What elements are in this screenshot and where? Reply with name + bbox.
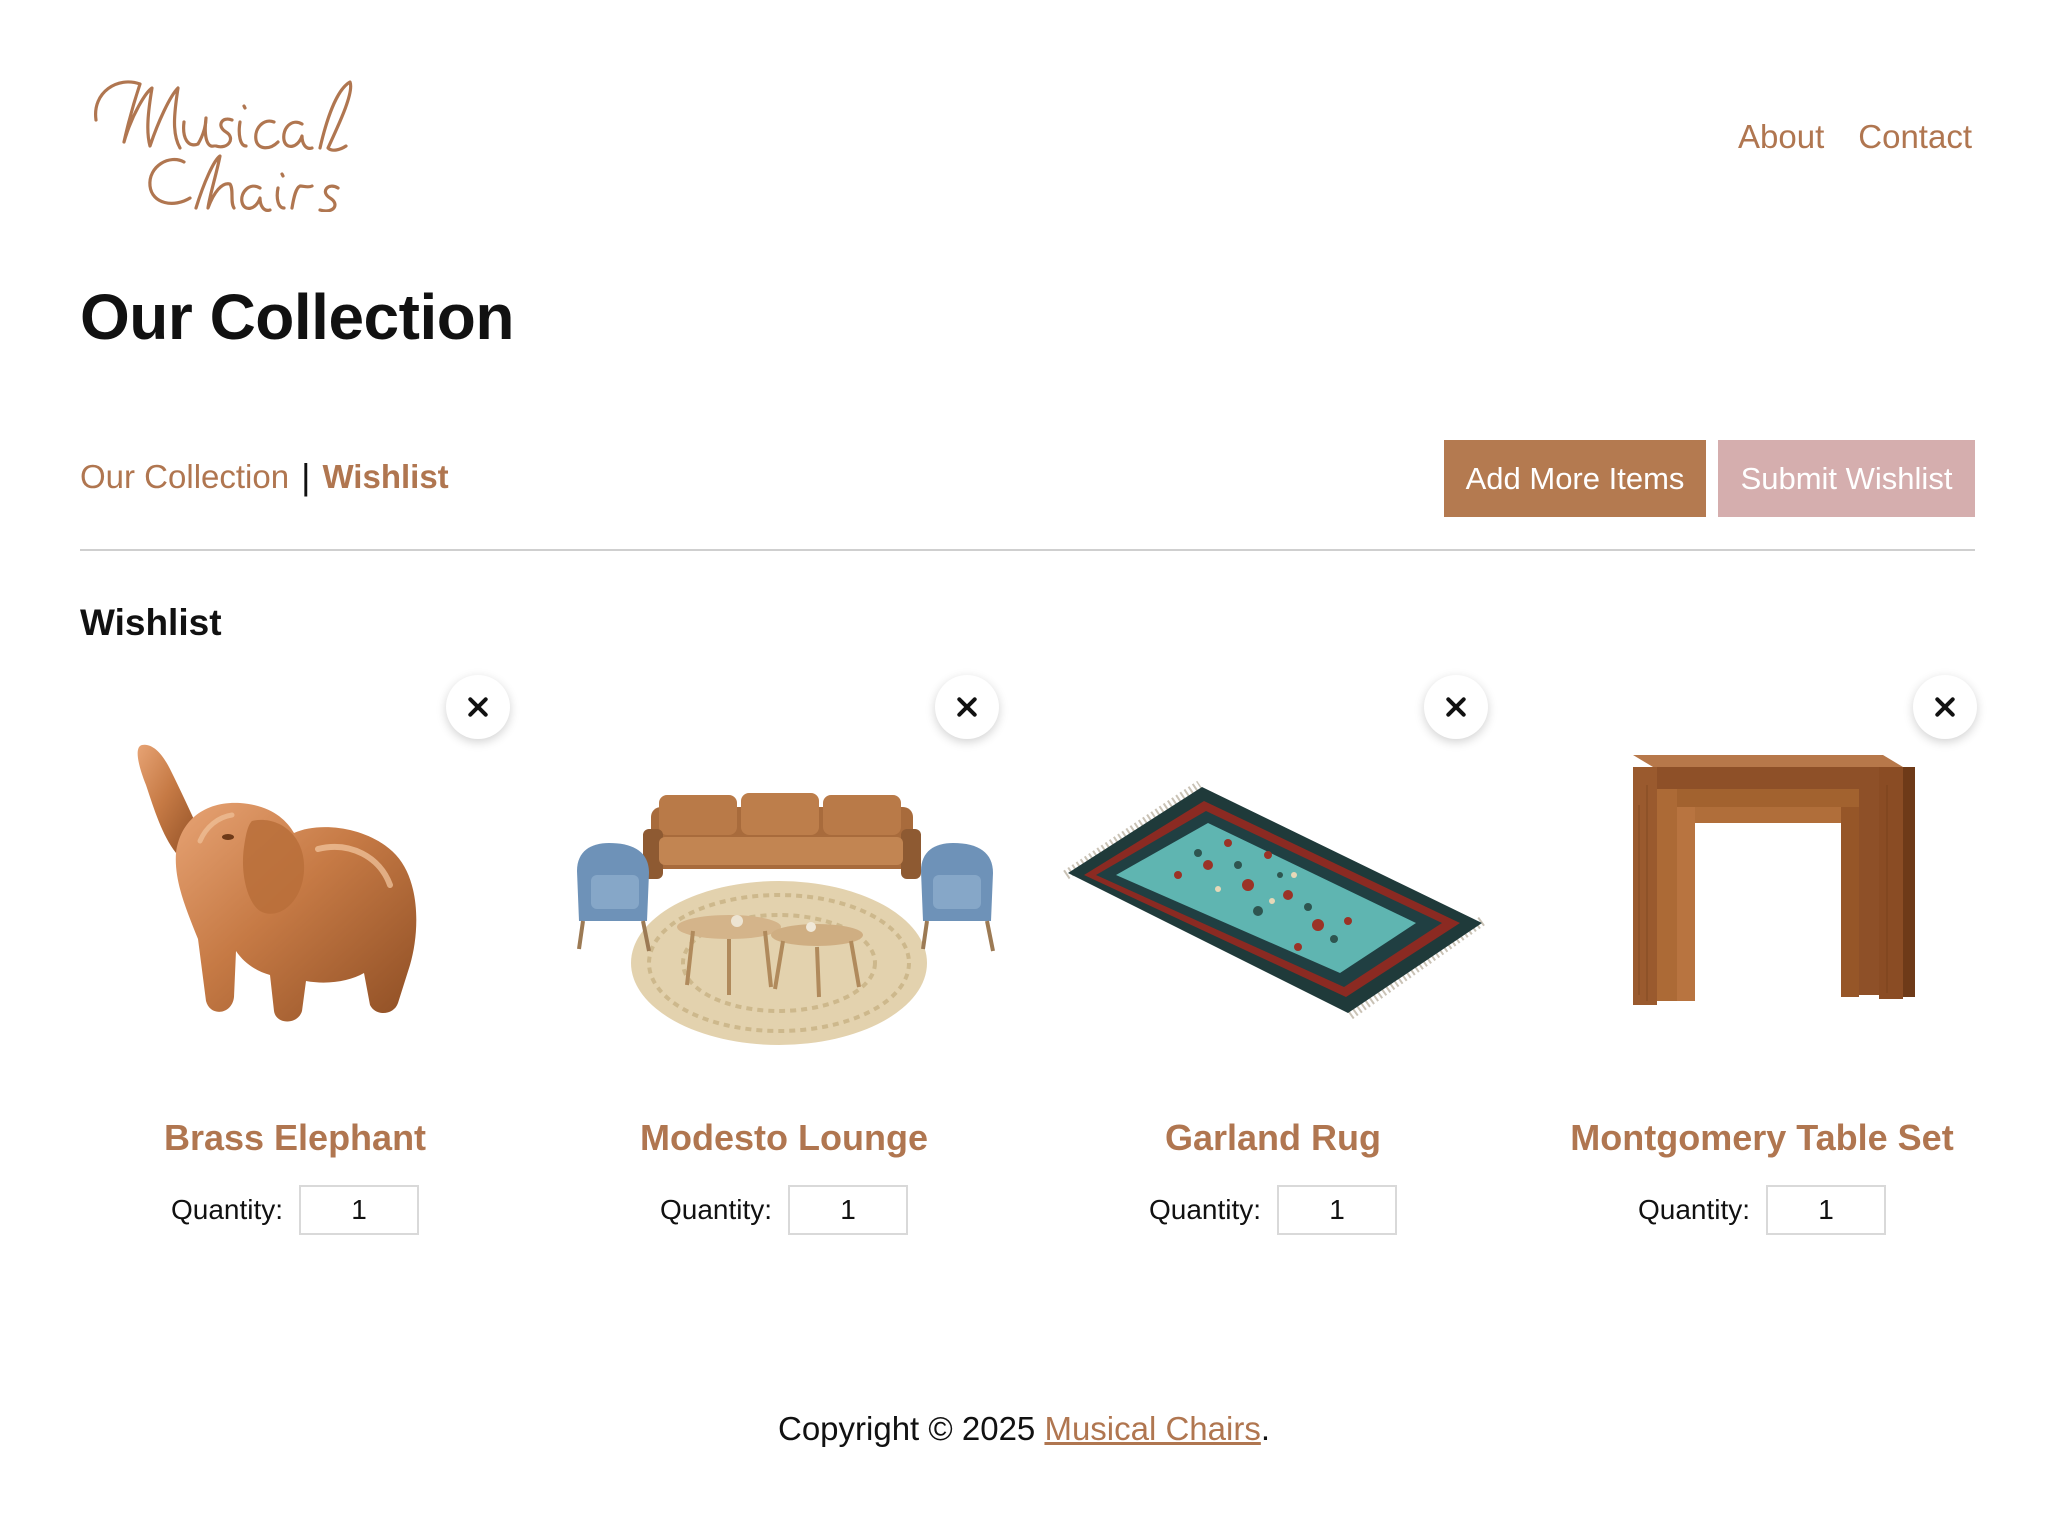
wishlist-card: Montgomery Table Set Quantity: [1547, 675, 1977, 1245]
product-image[interactable] [1058, 725, 1488, 1055]
wishlist-card: Modesto Lounge Quantity: [569, 675, 999, 1245]
quantity-label: Quantity: [659, 1194, 773, 1225]
close-icon [1935, 697, 1955, 717]
copyright-text: Copyright © 2025 [777, 1410, 1045, 1447]
submit-wishlist-button[interactable]: Submit Wishlist [1718, 440, 1975, 517]
page: About Contact Our Collection Our Collect… [0, 0, 2048, 1527]
breadcrumb-separator: | [301, 456, 311, 497]
nav-about-link[interactable]: About [1738, 118, 1824, 156]
product-name[interactable]: Modesto Lounge [569, 1117, 999, 1159]
logo-script-image [94, 80, 353, 212]
breadcrumb: Our Collection | Wishlist [80, 456, 449, 498]
wishlist-card: Brass Elephant Quantity: [80, 675, 510, 1245]
breadcrumb-our-collection-link[interactable]: Our Collection [80, 458, 289, 496]
quantity-input[interactable] [788, 1185, 909, 1235]
top-nav: About Contact [1738, 118, 1972, 156]
quantity-label: Quantity: [1637, 1194, 1751, 1225]
nav-contact-link[interactable]: Contact [1858, 118, 1972, 156]
close-icon [1446, 697, 1466, 717]
breadcrumb-wishlist-link[interactable]: Wishlist [322, 458, 448, 496]
quantity-input[interactable] [299, 1185, 420, 1235]
quantity-row: Quantity: [569, 1185, 999, 1235]
product-image[interactable] [1547, 725, 1977, 1055]
quantity-label: Quantity: [170, 1194, 284, 1225]
divider [80, 549, 1975, 551]
quantity-row: Quantity: [1058, 1185, 1488, 1235]
wishlist-card: Garland Rug Quantity: [1058, 675, 1488, 1245]
footer-brand-link[interactable]: Musical Chairs [1044, 1410, 1260, 1447]
footer: Copyright © 2025 Musical Chairs. [0, 1410, 2048, 1448]
quantity-label: Quantity: [1148, 1194, 1262, 1225]
wishlist-section-title: Wishlist [80, 602, 222, 643]
product-image[interactable] [80, 725, 510, 1055]
lounge-set-image [577, 793, 995, 1045]
brand-logo[interactable] [88, 62, 368, 212]
quantity-input[interactable] [1766, 1185, 1887, 1235]
quantity-row: Quantity: [80, 1185, 510, 1235]
close-icon [468, 697, 488, 717]
quantity-row: Quantity: [1547, 1185, 1977, 1235]
copyright-period: . [1260, 1410, 1271, 1447]
rug-image [1063, 780, 1485, 1020]
page-title: Our Collection [80, 281, 514, 353]
quantity-input[interactable] [1277, 1185, 1398, 1235]
add-more-items-button[interactable]: Add More Items [1444, 440, 1706, 517]
nesting-tables-image [1633, 755, 1915, 1005]
close-icon [957, 697, 977, 717]
brass-elephant-image [137, 744, 417, 1022]
product-name[interactable]: Brass Elephant [80, 1117, 510, 1159]
product-image[interactable] [569, 725, 999, 1055]
product-name[interactable]: Montgomery Table Set [1547, 1117, 1977, 1159]
product-name[interactable]: Garland Rug [1058, 1117, 1488, 1159]
